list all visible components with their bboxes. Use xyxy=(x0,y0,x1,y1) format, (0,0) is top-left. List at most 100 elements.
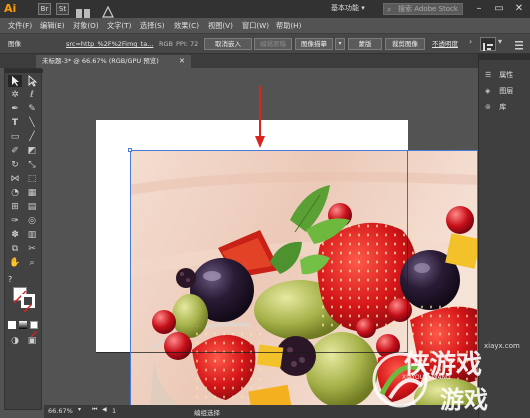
stock-search-placeholder: 搜索 Adobe Stock xyxy=(398,5,458,13)
none-mode-icon[interactable] xyxy=(30,321,38,338)
menu-bar: 文件(F) 编辑(E) 对象(O) 文字(T) 选择(S) 效果(C) 视图(V… xyxy=(0,18,530,34)
site-watermark: 侠游戏 xiayx.com XIAYOUXI.WANG 游戏 xyxy=(362,340,530,418)
column-graph-tool-icon[interactable]: ▥ xyxy=(25,229,39,241)
menu-edit[interactable]: 编辑(E) xyxy=(40,20,65,32)
arrange-documents-icon[interactable] xyxy=(76,4,90,19)
menu-help[interactable]: 帮助(H) xyxy=(276,20,301,32)
draw-mode-icon[interactable]: ◑ xyxy=(8,335,22,347)
illustrator-window: Ai Br St 基本功能 ▾ ⌕ 搜索 Adobe Stock – ▭ ✕ 文… xyxy=(0,0,530,418)
properties-icon: ☰ xyxy=(485,71,492,79)
width-tool-icon[interactable]: ⋈ xyxy=(8,173,22,185)
align-options-icon[interactable] xyxy=(480,37,496,51)
menu-effect[interactable]: 效果(C) xyxy=(174,20,199,32)
ppi-value: PPI: 72 xyxy=(176,40,199,48)
scale-tool-icon[interactable]: ⤡ xyxy=(25,159,39,171)
hand-tool-icon[interactable]: ✋ xyxy=(8,257,22,269)
gradient-tool-icon[interactable]: ▤ xyxy=(25,201,39,213)
mask-button[interactable]: 蒙版 xyxy=(348,38,382,50)
slice-tool-icon[interactable]: ✂ xyxy=(25,243,39,255)
selection-tool-icon[interactable] xyxy=(8,75,22,87)
ai-logo: Ai xyxy=(4,2,17,15)
opacity-dropdown-icon[interactable]: › xyxy=(469,37,478,51)
annotation-arrow-icon xyxy=(254,86,266,150)
screen-mode-icon[interactable]: ▣ xyxy=(25,335,39,347)
watermark-url: xiayx.com xyxy=(484,342,520,350)
layers-panel-tab[interactable]: ◈ 图层 xyxy=(485,84,529,98)
opacity-label[interactable]: 不透明度 xyxy=(432,39,458,49)
artboard-tool-icon[interactable]: ⧉ xyxy=(8,243,22,255)
color-mode: RGB xyxy=(159,40,174,48)
selection-handle[interactable] xyxy=(128,148,132,152)
zoom-tool-icon[interactable]: ⌕ xyxy=(25,257,39,269)
shaper-tool-icon[interactable]: ✐ xyxy=(8,145,22,157)
artboard-number[interactable]: 1 xyxy=(112,407,116,415)
title-bar: Ai Br St 基本功能 ▾ ⌕ 搜索 Adobe Stock – ▭ ✕ xyxy=(0,0,530,19)
control-panel-menu-icon[interactable] xyxy=(512,37,526,51)
eyedropper-tool-icon[interactable]: ✑ xyxy=(8,215,22,227)
document-tab-title: 未标题-3* @ 66.67% (RGB/GPU 预览) xyxy=(42,57,159,65)
libraries-panel-tab[interactable]: ⊚ 库 xyxy=(485,100,529,114)
control-bar: 图像 src=http_%2F%2Fimg_ta... RGB PPI: 72 … xyxy=(0,34,530,54)
layers-label: 图层 xyxy=(499,87,514,95)
free-transform-tool-icon[interactable]: ⬚ xyxy=(25,173,39,185)
selection-type-label: 图像 xyxy=(8,40,21,48)
tools-panel: ✲ ℓ ✒ ✎ T ╲ ▭ ╱ ✐ ◩ ↻ ⤡ ⋈ ⬚ ◔ ▦ ⊞ ▤ ✑ ◎ … xyxy=(4,68,43,410)
symbol-sprayer-tool-icon[interactable]: ✽ xyxy=(8,229,22,241)
minimize-button[interactable]: – xyxy=(472,2,486,16)
shape-builder-tool-icon[interactable]: ◔ xyxy=(8,187,22,199)
watermark-game: 游戏 xyxy=(440,385,488,414)
stock-button[interactable]: St xyxy=(56,3,69,15)
layers-icon: ◈ xyxy=(485,87,491,95)
stroke-swatch[interactable] xyxy=(21,294,35,313)
line-segment-tool-icon[interactable]: ╲ xyxy=(25,117,39,129)
rectangle-tool-icon[interactable]: ▭ xyxy=(8,131,22,143)
adobe-stock-search[interactable]: ⌕ 搜索 Adobe Stock xyxy=(383,3,463,15)
zoom-level[interactable]: 66.67% xyxy=(48,407,73,415)
bridge-button[interactable]: Br xyxy=(38,3,51,15)
color-mode-icon[interactable] xyxy=(8,321,16,329)
perspective-grid-tool-icon[interactable]: ▦ xyxy=(25,187,39,199)
default-colors-icon[interactable]: ? xyxy=(8,275,18,285)
pen-tool-icon[interactable]: ✒ xyxy=(8,103,22,115)
menu-type[interactable]: 文字(T) xyxy=(107,20,131,32)
close-button[interactable]: ✕ xyxy=(512,2,526,16)
crop-image-button[interactable]: 裁剪图像 xyxy=(385,38,425,50)
unembed-button[interactable]: 取消嵌入 xyxy=(204,38,252,50)
panel-grip[interactable] xyxy=(479,54,530,60)
gpu-performance-icon[interactable] xyxy=(102,3,114,18)
image-trace-button[interactable]: 图像描摹 xyxy=(295,38,333,50)
first-artboard-icon[interactable]: ⏮ xyxy=(92,406,97,414)
menu-select[interactable]: 选择(S) xyxy=(140,20,165,32)
search-icon: ⌕ xyxy=(387,5,392,14)
trace-preset-dropdown-icon[interactable]: ▾ xyxy=(335,38,345,50)
blend-tool-icon[interactable]: ◎ xyxy=(25,215,39,227)
edit-original-button[interactable]: 编辑原稿 xyxy=(254,38,292,50)
workspace-switcher[interactable]: 基本功能 ▾ xyxy=(331,3,365,13)
restore-button[interactable]: ▭ xyxy=(492,2,506,16)
menu-object[interactable]: 对象(O) xyxy=(73,20,99,32)
direct-selection-tool-icon[interactable] xyxy=(25,75,39,87)
libraries-label: 库 xyxy=(499,103,507,111)
linked-file-name[interactable]: src=http_%2F%2Fimg_ta... xyxy=(66,39,153,49)
type-tool-icon[interactable]: T xyxy=(8,117,22,129)
library-icon: ⊚ xyxy=(485,103,491,111)
curvature-tool-icon[interactable]: ✎ xyxy=(25,103,39,115)
paintbrush-tool-icon[interactable]: ╱ xyxy=(25,131,39,143)
gradient-mode-icon[interactable] xyxy=(19,321,27,329)
properties-panel-tab[interactable]: ☰ 属性 xyxy=(485,68,529,82)
rotate-tool-icon[interactable]: ↻ xyxy=(8,159,22,171)
current-tool-status: 编组选择 xyxy=(194,409,220,417)
lasso-tool-icon[interactable]: ℓ xyxy=(25,89,39,101)
prev-artboard-icon[interactable]: ◀ xyxy=(102,406,107,413)
menu-file[interactable]: 文件(F) xyxy=(8,20,32,32)
align-dropdown-icon[interactable]: ▾ xyxy=(498,37,508,51)
magic-wand-tool-icon[interactable]: ✲ xyxy=(8,89,22,101)
toolbar-grip[interactable] xyxy=(5,69,43,73)
mesh-tool-icon[interactable]: ⊞ xyxy=(8,201,22,213)
menu-view[interactable]: 视图(V) xyxy=(208,20,233,32)
zoom-dropdown-icon[interactable]: ▾ xyxy=(78,406,81,413)
menu-window[interactable]: 窗口(W) xyxy=(242,20,269,32)
document-tab[interactable]: 未标题-3* @ 66.67% (RGB/GPU 预览) ✕ xyxy=(36,55,191,68)
close-tab-icon[interactable]: ✕ xyxy=(179,55,185,68)
eraser-tool-icon[interactable]: ◩ xyxy=(25,145,39,157)
